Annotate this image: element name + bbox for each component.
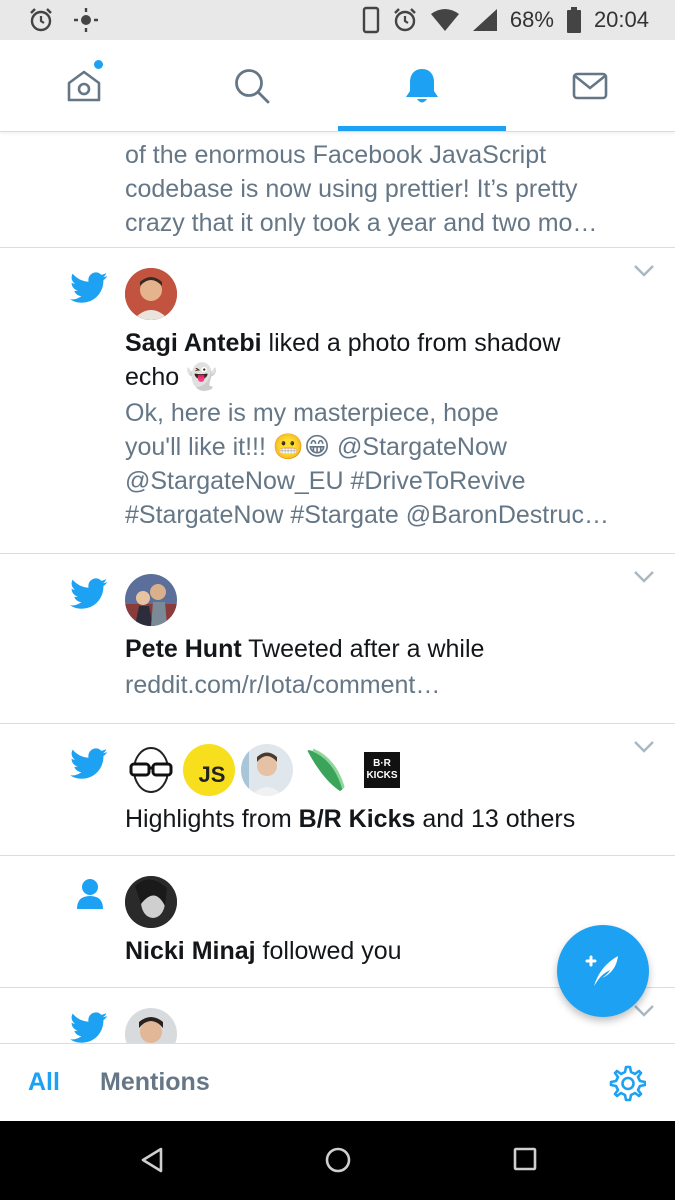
chevron-down-icon[interactable] [633,570,655,584]
active-tab-indicator [338,126,506,131]
notification-highlights[interactable]: JS B·R KICKS Highlights from B/R Kicks a… [0,724,675,856]
avatar-photo [125,574,177,626]
avatar[interactable] [125,876,177,928]
person-icon [77,879,103,909]
filter-bar: All Mentions [0,1043,675,1121]
twitter-bird-icon [70,578,108,609]
user-name[interactable]: B/R Kicks [299,805,416,833]
tab-search[interactable] [168,40,336,132]
notification-text: Nicki Minaj followed you [125,934,402,968]
twitter-bird-icon [70,1012,108,1043]
avatar-photo [125,876,177,928]
tab-home[interactable] [0,40,168,132]
bell-icon [406,69,438,103]
compose-quill-icon [585,955,618,986]
action-text-line2: echo 👻 [125,363,218,391]
home-icon [67,70,101,102]
avatar[interactable] [125,574,177,626]
settings-gear-icon[interactable] [608,1064,646,1102]
clock: 20:04 [593,7,649,32]
tweet-text-line: codebase is now using prettier! It’s pre… [125,175,578,203]
avatar[interactable] [125,1008,177,1044]
user-name[interactable]: Sagi Antebi [125,329,262,357]
highlights-prefix: Highlights from [125,805,299,833]
home-circle-icon[interactable] [325,1147,351,1173]
compose-tweet-button[interactable] [557,925,649,1017]
avatar-leaf[interactable] [299,744,351,796]
filter-mentions-tab[interactable]: Mentions [100,1068,210,1097]
br-kicks-logo-text: B·R KICKS [366,758,398,781]
search-icon [235,69,270,104]
avatar-js-label: JS [198,762,226,787]
alarm-icon [30,8,52,32]
leaf-icon [307,748,347,795]
avatar-glasses[interactable] [125,744,177,796]
tweet-text-line: crazy that it only took a year and two m… [125,209,598,237]
notification-like[interactable]: Sagi Antebi liked a photo from shadow ec… [0,248,675,554]
avatar-js[interactable]: JS [183,744,235,796]
notification-text: Pete Hunt Tweeted after a while [125,632,484,666]
mail-icon [572,72,608,100]
tweet-text-line: @StargateNow_EU #DriveToRevive [125,467,526,495]
status-bar: 68% 20:04 [0,0,675,40]
wifi-icon [430,9,459,31]
glasses-face-icon [129,747,173,793]
user-name[interactable]: Nicki Minaj [125,937,256,965]
action-text: followed you [255,937,402,965]
signal-icon [472,9,497,31]
avatar-photo [241,744,293,796]
alarm-icon [394,8,416,32]
chevron-down-icon[interactable] [633,1004,655,1018]
avatar[interactable] [241,744,293,796]
action-text: liked a photo from shadow [261,329,561,357]
avatar-photo [125,268,177,320]
phone-icon [362,6,380,34]
notification-partial[interactable]: of the enormous Facebook JavaScript code… [0,132,675,248]
notification-text: Sagi Antebi liked a photo from shadow [125,326,560,360]
tweet-link[interactable]: reddit.com/r/Iota/comment… [125,668,440,702]
avatar-photo [125,1008,177,1044]
twitter-bird-icon [70,272,108,303]
tab-notifications[interactable] [338,40,506,132]
tweet-text-line: of the enormous Facebook JavaScript [125,141,547,169]
recents-square-icon[interactable] [513,1147,537,1171]
avatar[interactable] [125,268,177,320]
tweet-text-line: #StargateNow #Stargate @BaronDestruc… [125,501,609,529]
tweet-text-line: Ok, here is my masterpiece, hope [125,399,499,427]
battery-icon [566,7,581,33]
twitter-bird-icon [70,748,108,779]
tab-messages[interactable] [506,40,674,132]
tweet-text-line: you'll like it!!! 😬😁 @StargateNow [125,433,507,461]
chevron-down-icon[interactable] [633,740,655,754]
notification-text: Highlights from B/R Kicks and 13 others [125,802,575,836]
user-name[interactable]: Pete Hunt [125,635,242,663]
battery-percent: 68% [509,7,554,32]
new-activity-dot [94,60,103,69]
notification-tweet[interactable]: Pete Hunt Tweeted after a while reddit.c… [0,554,675,724]
android-navigation-bar [0,1121,675,1200]
filter-all-tab[interactable]: All [28,1068,60,1097]
top-nav [0,40,675,132]
avatar-br-kicks[interactable]: B·R KICKS [364,752,400,788]
back-icon[interactable] [140,1147,164,1173]
chevron-down-icon[interactable] [633,264,655,278]
highlights-suffix: and 13 others [415,805,576,833]
action-text: Tweeted after a while [241,635,485,663]
notifications-feed[interactable]: of the enormous Facebook JavaScript code… [0,132,675,1044]
location-icon [74,8,98,32]
